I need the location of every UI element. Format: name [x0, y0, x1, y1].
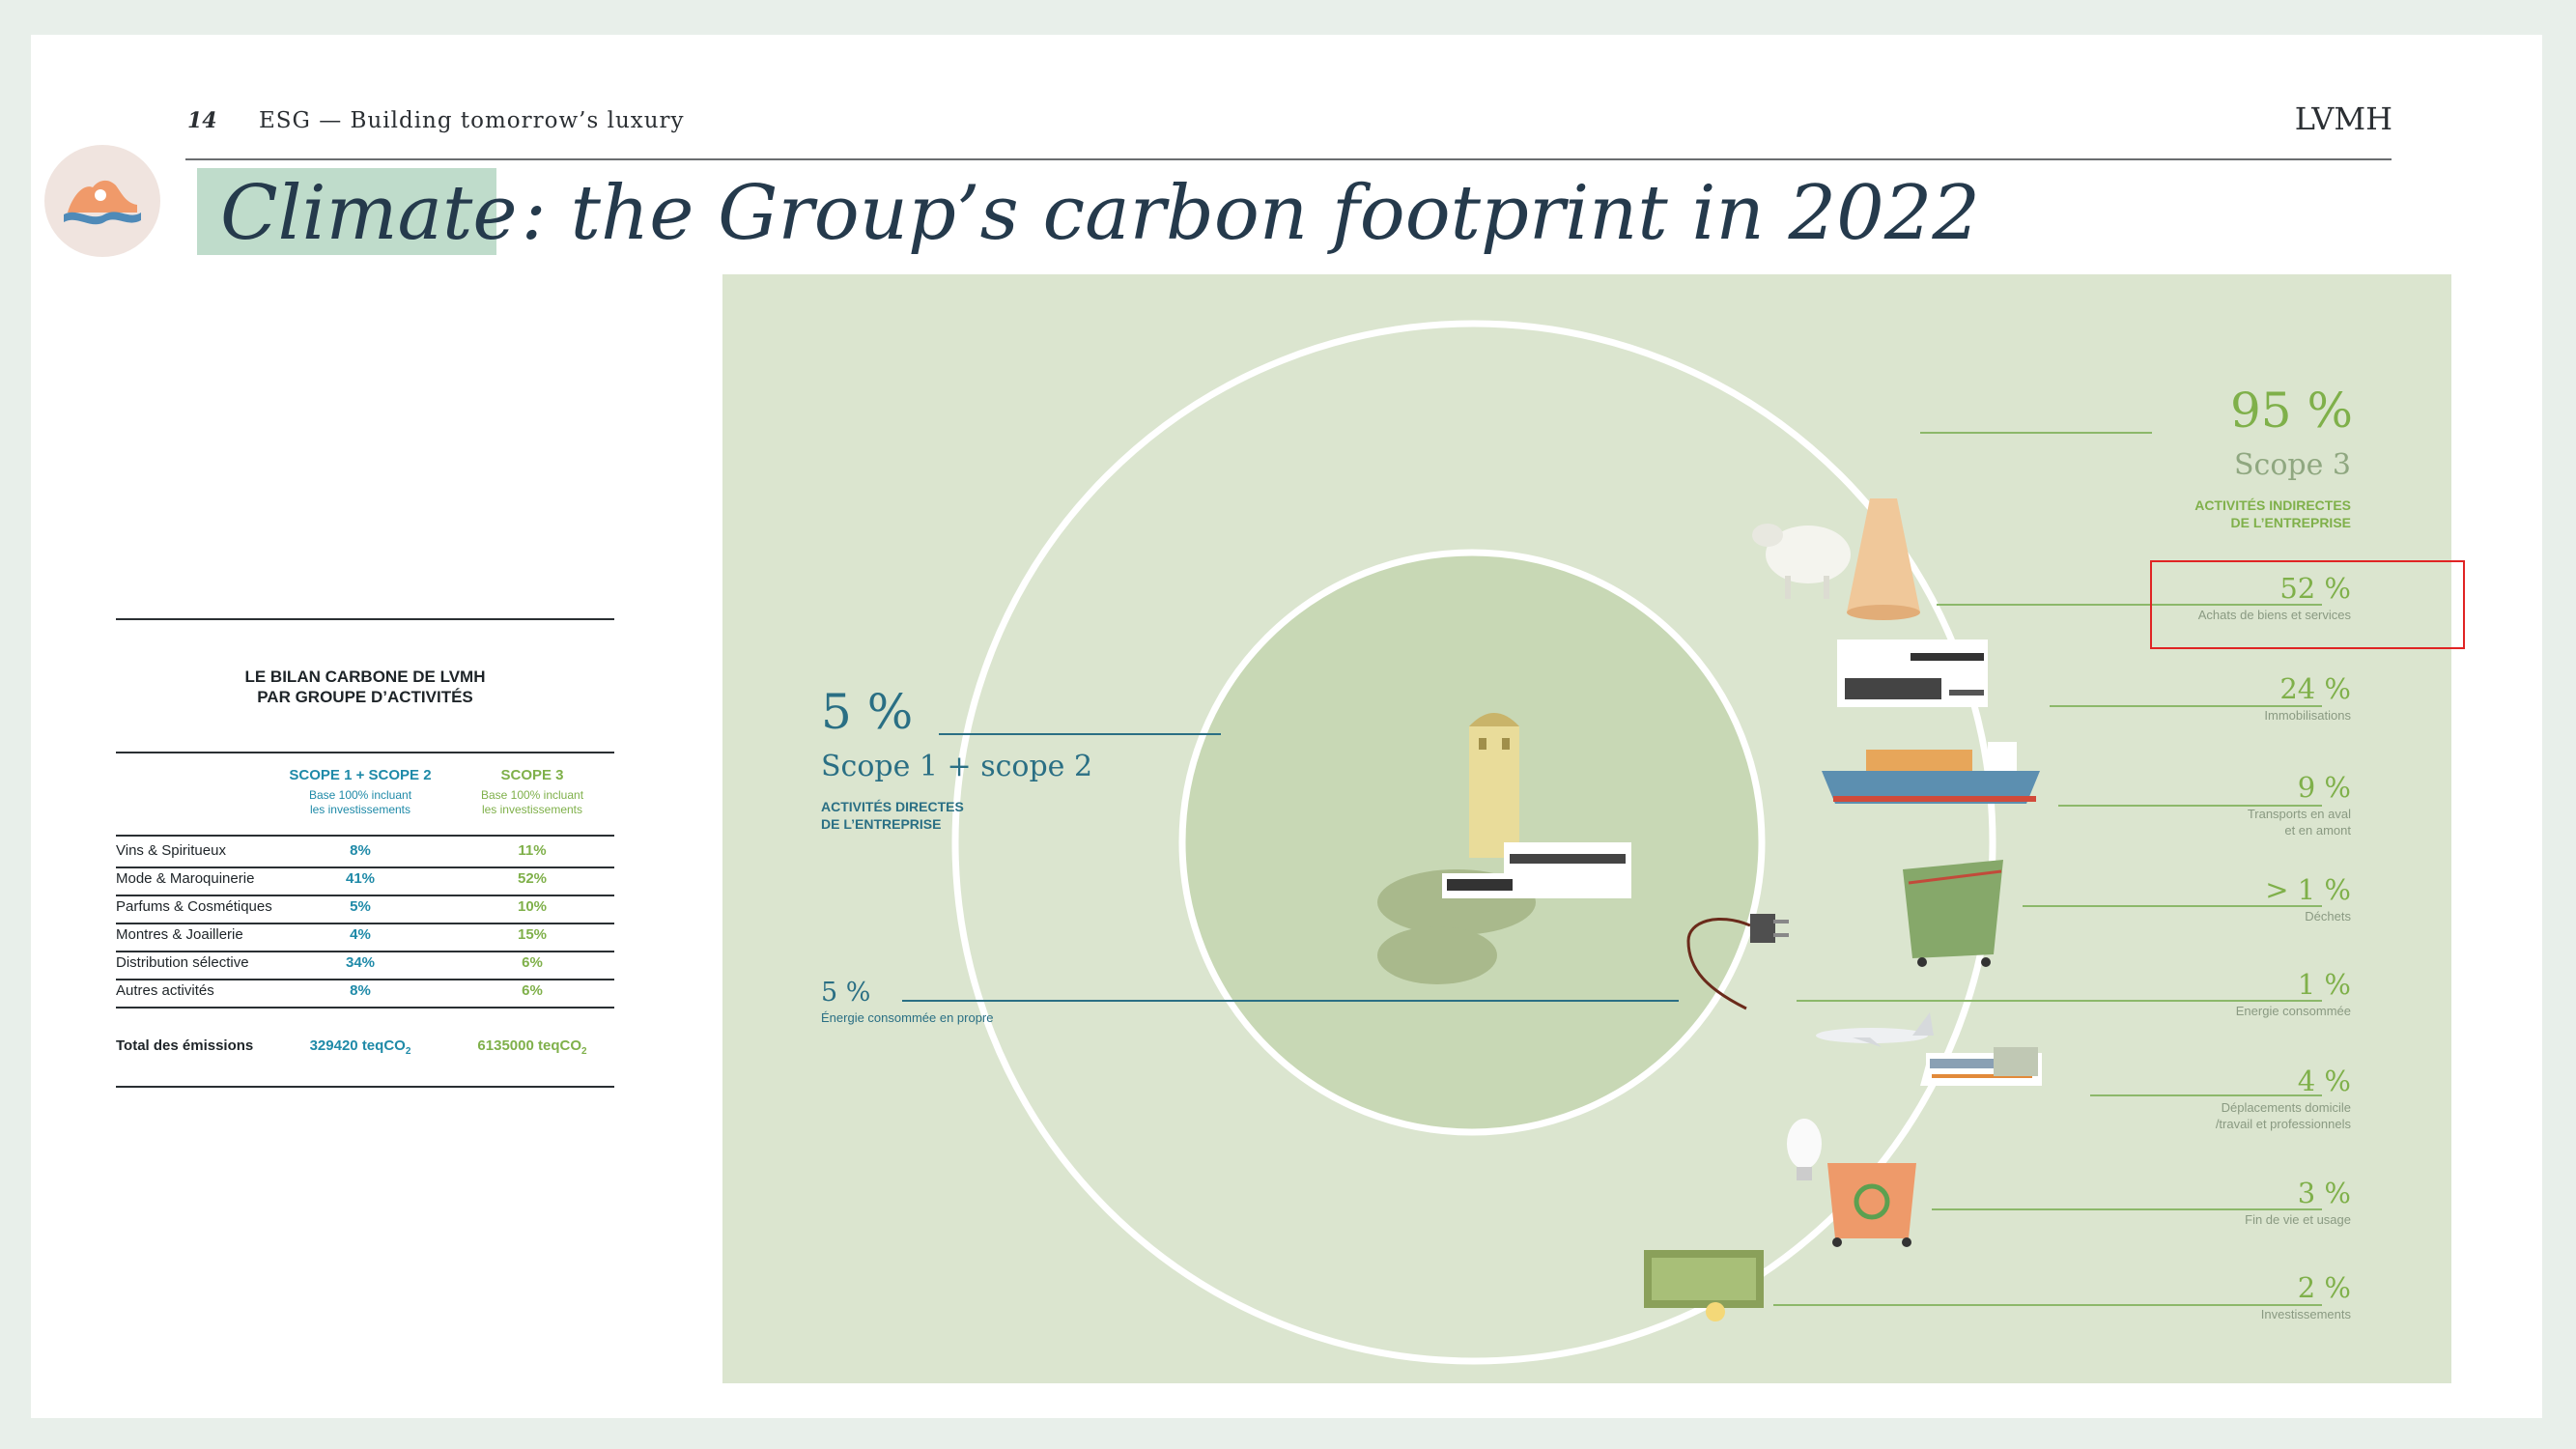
- table-row-scope12: 4%: [350, 926, 371, 943]
- scope3-item-label: Energie consommée: [2235, 1004, 2351, 1018]
- energy-own-pct: 5 %: [821, 978, 871, 1008]
- wave-logo-icon: [44, 145, 160, 257]
- light-bulb-icon: [1787, 1119, 1822, 1180]
- waste-container-icon: [1903, 860, 2003, 967]
- yarn-spool-icon: [1847, 498, 1920, 620]
- table-rule: [116, 752, 614, 753]
- airplane-icon: [1816, 1012, 1934, 1047]
- page: 14 ESG — Building tomorrow’s luxury LVMH…: [31, 35, 2542, 1418]
- table-row-scope3: 6%: [522, 954, 543, 971]
- cargo-ship-icon: [1822, 742, 2040, 804]
- page-number: 14: [187, 108, 217, 133]
- table-row-label: Distribution sélective: [116, 954, 249, 971]
- table-row-scope12: 34%: [345, 954, 376, 971]
- table-rule: [116, 1007, 614, 1009]
- train-icon: [1920, 1047, 2042, 1086]
- highlight-box: [2150, 560, 2465, 649]
- table-row-scope3: 52%: [517, 870, 548, 887]
- table-row-label: Mode & Maroquinerie: [116, 870, 255, 887]
- table-title: LE BILAN CARBONE DE LVMH PAR GROUPE D’AC…: [244, 668, 486, 706]
- scope12-pct: 5 %: [821, 684, 914, 740]
- table-row-label: Montres & Joaillerie: [116, 926, 243, 943]
- table-row-label: Vins & Spiritueux: [116, 842, 226, 859]
- recycle-bin-icon: [1827, 1163, 1916, 1247]
- scope3-item-pct: 24 %: [2279, 672, 2351, 705]
- scope3-item-label: Investissements: [2260, 1307, 2351, 1321]
- scope3-item-pct: 9 %: [2297, 771, 2351, 804]
- scope3-item-label: Déplacements domicile/travail et profess…: [2215, 1100, 2351, 1131]
- col-sub-scope3: Base 100% incluant les investissements: [480, 788, 584, 816]
- scope3-name: Scope 3: [2234, 448, 2351, 482]
- table-row-label: Parfums & Cosmétiques: [116, 898, 272, 915]
- scope3-item-pct: 4 %: [2297, 1065, 2351, 1097]
- col-header-scope12: SCOPE 1 + SCOPE 2: [289, 767, 432, 783]
- table-row-scope12: 8%: [350, 982, 371, 999]
- table-row-scope12: 8%: [350, 842, 371, 859]
- header-rule: [185, 158, 2392, 160]
- table-rule: [116, 867, 614, 868]
- col-header-scope3: SCOPE 3: [500, 767, 564, 783]
- table-rule: [116, 979, 614, 980]
- table-row-scope3: 6%: [522, 982, 543, 999]
- table-row-scope3: 11%: [518, 842, 547, 859]
- diagram-graphics: [902, 320, 2322, 1365]
- title-keyword: Climate: [220, 170, 518, 257]
- scope12-caption: ACTIVITÉS DIRECTES DE L’ENTREPRISE: [821, 799, 964, 832]
- brand-name: LVMH: [2294, 100, 2392, 137]
- table-rule: [116, 951, 614, 952]
- energy-own-label: Énergie consommée en propre: [821, 1010, 994, 1025]
- table-rule: [116, 923, 614, 924]
- table-rule: [116, 835, 614, 837]
- scope3-item-label: Transports en aval et en amont: [2247, 807, 2351, 838]
- table-row-scope3: 10%: [517, 898, 548, 915]
- total-scope3: 6135000 teqCO2: [477, 1037, 587, 1057]
- scope3-caption: ACTIVITÉS INDIRECTES DE L’ENTREPRISE: [2194, 497, 2351, 530]
- section-title: ESG — Building tomorrow’s luxury: [259, 108, 685, 133]
- table-row-scope12: 41%: [345, 870, 376, 887]
- table-row-label: Autres activités: [116, 982, 214, 999]
- col-sub-scope12: Base 100% incluant les investissements: [308, 788, 412, 816]
- scope3-item-label: Déchets: [2305, 909, 2351, 923]
- scope3-item-label: Fin de vie et usage: [2245, 1212, 2351, 1227]
- scope12-name: Scope 1 + scope 2: [821, 750, 1093, 783]
- table-row-scope12: 5%: [350, 898, 371, 915]
- table-rule: [116, 618, 614, 620]
- table-rule: [116, 1086, 614, 1088]
- scope3-item-pct: 2 %: [2297, 1271, 2351, 1304]
- carbon-diagram: 95 % Scope 3 ACTIVITÉS INDIRECTES DE L’E…: [722, 274, 2465, 1383]
- title-rest: : the Group’s carbon footprint in 2022: [521, 170, 1981, 257]
- scope3-item-pct: > 1 %: [2265, 873, 2351, 906]
- total-scope12: 329420 teqCO2: [309, 1037, 411, 1057]
- factory-icon: [1837, 639, 1988, 707]
- scope3-item-label: Immobilisations: [2264, 708, 2351, 723]
- scope3-pct: 95 %: [2229, 383, 2353, 439]
- sheep-icon: [1752, 524, 1851, 599]
- scope3-item-pct: 3 %: [2297, 1177, 2351, 1209]
- table-rule: [116, 895, 614, 896]
- table-row-scope3: 15%: [517, 926, 548, 943]
- total-label: Total des émissions: [116, 1037, 254, 1054]
- scope3-item-pct: 1 %: [2297, 968, 2351, 1001]
